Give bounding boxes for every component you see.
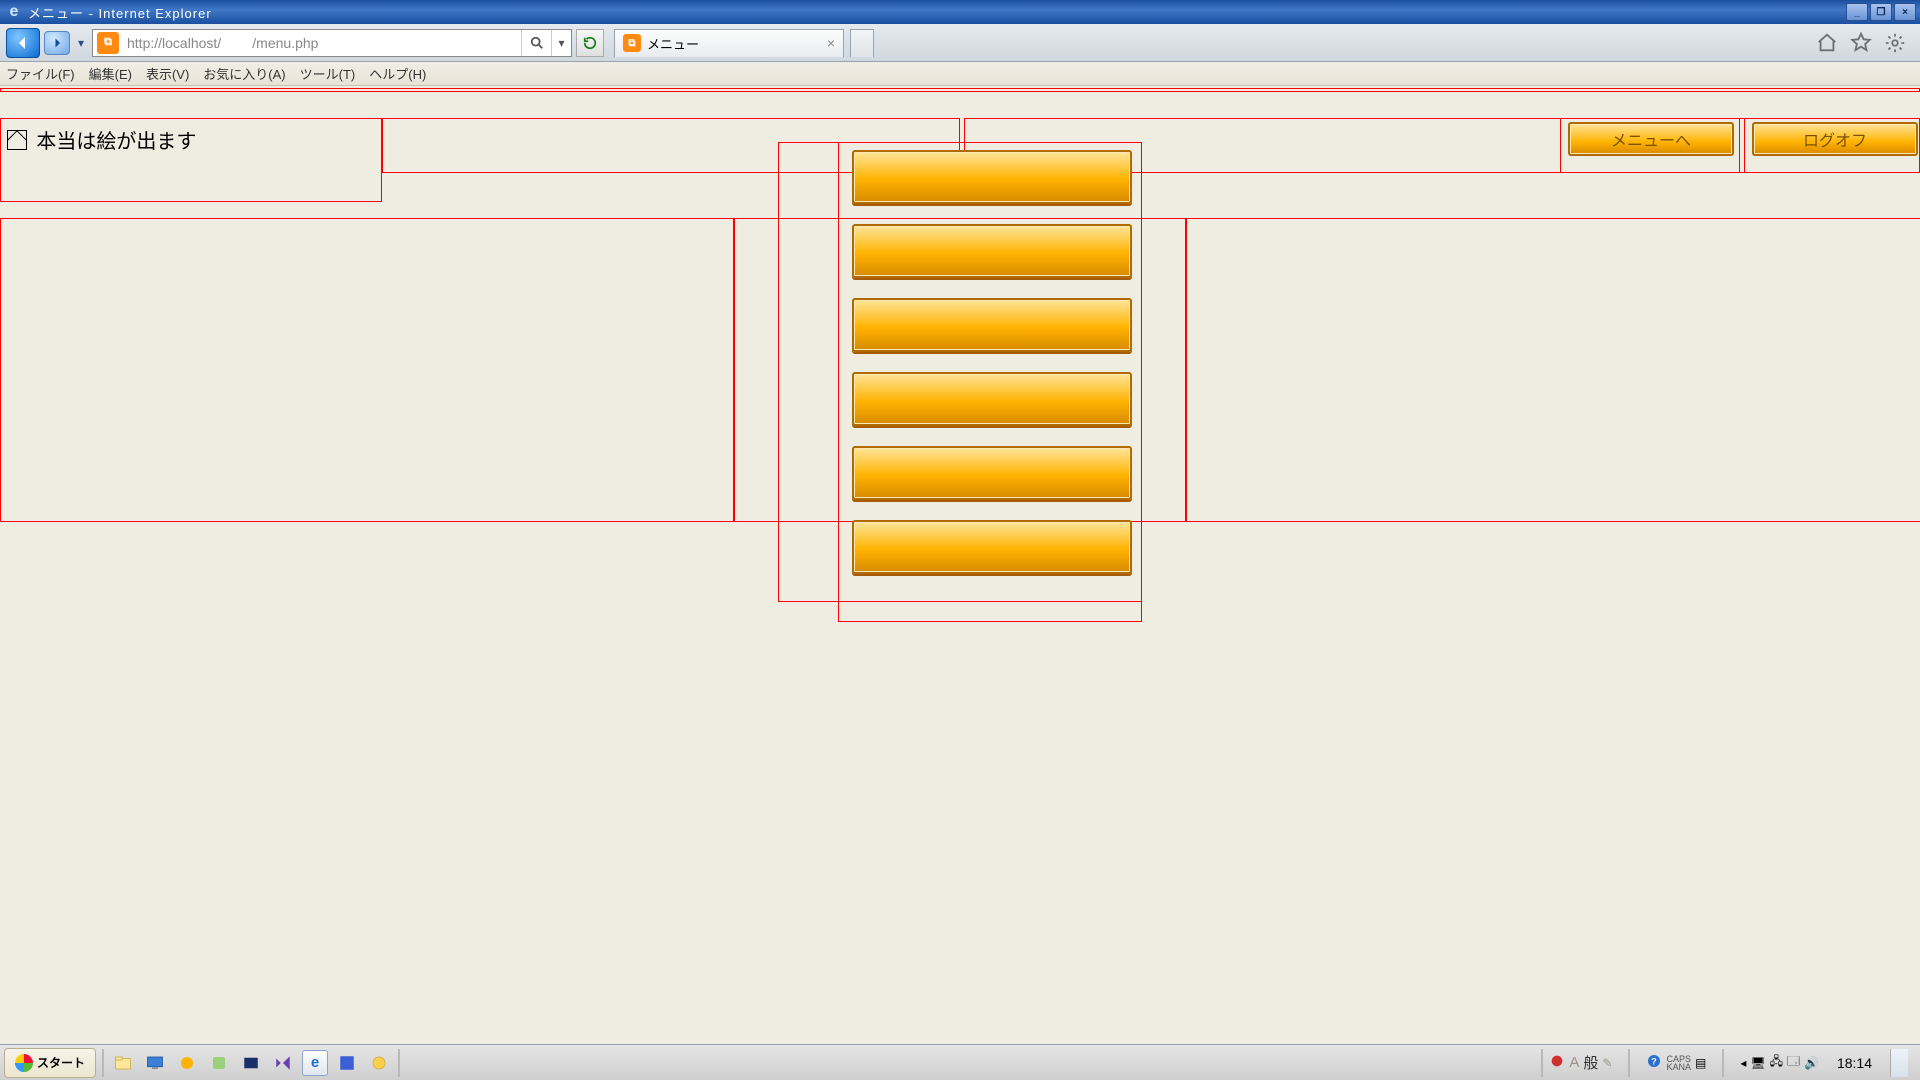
nav-forward-button[interactable]	[44, 31, 70, 55]
menu-option-6[interactable]	[852, 520, 1132, 574]
menu-option-5[interactable]	[852, 446, 1132, 500]
new-tab-button[interactable]	[850, 29, 874, 57]
svg-text:?: ?	[1652, 1056, 1658, 1066]
layout-box	[1186, 218, 1920, 522]
taskbar-clock[interactable]: 18:14	[1837, 1055, 1872, 1071]
app-icon-5[interactable]	[366, 1050, 392, 1076]
app-icon-2[interactable]	[206, 1050, 232, 1076]
tools-gear-icon[interactable]	[1884, 32, 1906, 54]
tray-icon[interactable]: 🖥	[1750, 1056, 1765, 1070]
header-logo-box: 本当は絵が出ます	[0, 118, 382, 202]
ie-icon: e	[4, 2, 24, 22]
menu-favorites[interactable]: お気に入り(A)	[203, 64, 285, 83]
window-minimize-button[interactable]: _	[1846, 3, 1868, 21]
menu-option-1[interactable]	[852, 150, 1132, 204]
placeholder-text: 本当は絵が出ます	[36, 131, 196, 153]
ie-taskbar-icon[interactable]: e	[302, 1050, 328, 1076]
nav-back-button[interactable]	[6, 28, 40, 58]
broken-image-icon	[7, 130, 27, 150]
menu-option-3[interactable]	[852, 298, 1132, 352]
visual-studio-icon[interactable]	[270, 1050, 296, 1076]
tray-expand-icon[interactable]: ◂	[1740, 1056, 1746, 1070]
show-desktop-button[interactable]	[1890, 1049, 1908, 1077]
logoff-button[interactable]: ログオフ	[1752, 122, 1918, 156]
menu-edit[interactable]: 編集(E)	[89, 64, 132, 83]
home-icon[interactable]	[1816, 32, 1838, 54]
ime-pad-icon[interactable]: ▤	[1695, 1056, 1706, 1070]
app-icon-1[interactable]	[174, 1050, 200, 1076]
page-viewport: 本当は絵が出ます メニューへ ログオフ	[0, 86, 1920, 1044]
menu-option-4[interactable]	[852, 372, 1132, 426]
quick-launch: e	[110, 1050, 392, 1076]
tray-icon[interactable]	[1549, 1053, 1565, 1072]
desktop-icon[interactable]	[142, 1050, 168, 1076]
address-dropdown[interactable]: ▾	[551, 30, 571, 56]
tray-icon[interactable]: 🗔	[1787, 1052, 1800, 1073]
xampp-icon: ⧉	[623, 34, 641, 52]
favorites-icon[interactable]	[1850, 32, 1872, 54]
tab-close-icon[interactable]: ×	[827, 35, 835, 51]
xampp-icon: ⧉	[97, 32, 119, 54]
browser-tab[interactable]: ⧉ メニュー ×	[614, 29, 844, 57]
volume-icon[interactable]: 🔊	[1804, 1056, 1819, 1070]
address-input[interactable]	[123, 33, 521, 53]
menu-view[interactable]: 表示(V)	[146, 64, 189, 83]
menu-tools[interactable]: ツール(T)	[300, 64, 356, 83]
menubar: ファイル(F) 編集(E) 表示(V) お気に入り(A) ツール(T) ヘルプ(…	[0, 62, 1920, 86]
nav-history-dropdown[interactable]: ▾	[74, 28, 88, 58]
search-icon[interactable]	[521, 30, 551, 56]
tray-icon[interactable]: 🖧	[1770, 1052, 1783, 1073]
menu-option-2[interactable]	[852, 224, 1132, 278]
kana-label: KANA	[1666, 1062, 1691, 1072]
windows-orb-icon	[15, 1054, 33, 1072]
system-tray: A 般 ✎ ? CAPS KANA ▤ ◂ 🖥 🖧 🗔 🔊 18:14	[1549, 1049, 1916, 1077]
start-button[interactable]: スタート	[4, 1048, 96, 1078]
window-title: メニュー - Internet Explorer	[28, 3, 1846, 22]
tab-title: メニュー	[647, 34, 827, 53]
refresh-button[interactable]	[576, 29, 604, 57]
layout-box	[0, 218, 734, 522]
menu-file[interactable]: ファイル(F)	[6, 64, 75, 83]
explorer-icon[interactable]	[110, 1050, 136, 1076]
taskbar: スタート e	[0, 1044, 1920, 1080]
app-icon-4[interactable]	[334, 1050, 360, 1076]
ime-kind-label[interactable]: 般	[1583, 1052, 1598, 1073]
menu-button[interactable]: メニューへ	[1568, 122, 1734, 156]
address-bar: ▾ ⧉ ▾ ⧉ メニュー ×	[0, 24, 1920, 62]
address-field-frame: ⧉ ▾	[92, 29, 572, 57]
app-icon-3[interactable]	[238, 1050, 264, 1076]
window-titlebar: e メニュー - Internet Explorer _ ❐ ×	[0, 0, 1920, 24]
window-close-button[interactable]: ×	[1894, 3, 1916, 21]
help-icon[interactable]: ?	[1646, 1053, 1662, 1072]
window-maximize-button[interactable]: ❐	[1870, 3, 1892, 21]
start-label: スタート	[37, 1054, 85, 1071]
menu-help[interactable]: ヘルプ(H)	[369, 64, 426, 83]
ime-alpha-label[interactable]: A	[1569, 1054, 1579, 1071]
layout-box	[0, 88, 1920, 92]
